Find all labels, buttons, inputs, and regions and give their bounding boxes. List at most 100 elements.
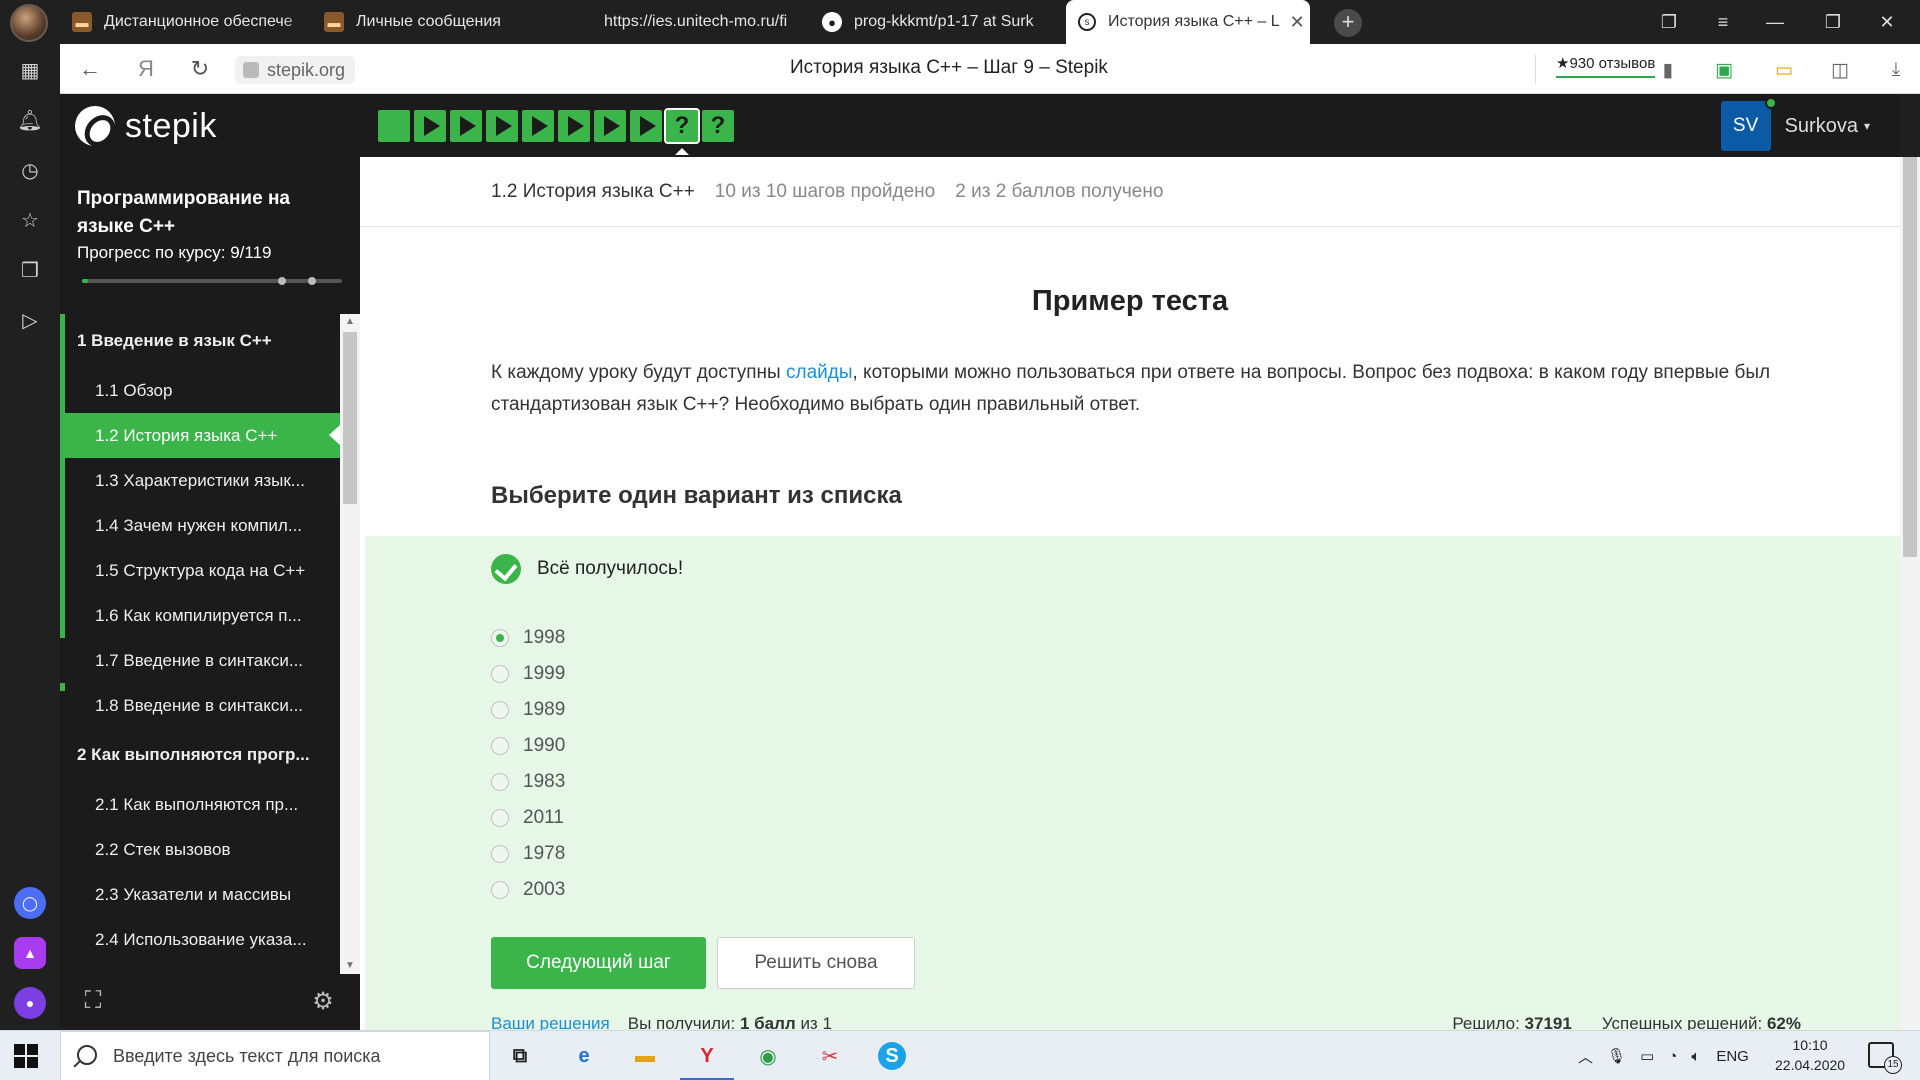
volume-icon[interactable]: 🔈︎ <box>1691 1048 1700 1065</box>
radio[interactable] <box>491 881 509 899</box>
browser-profile-avatar[interactable] <box>10 4 48 42</box>
stepik-logo[interactable]: stepik <box>75 106 217 146</box>
close-window-icon[interactable]: ✕ <box>1864 0 1910 44</box>
browser-tab[interactable]: ▬ Личные сообщения <box>312 0 560 44</box>
task-view-icon[interactable]: ⧉ <box>503 1039 537 1073</box>
lesson-item[interactable]: 1.5 Структура кода на C++ <box>60 548 340 593</box>
step-quiz[interactable]: ? <box>702 110 734 142</box>
step-1-completed[interactable] <box>378 110 410 142</box>
url-field[interactable]: stepik.org <box>235 56 356 84</box>
scroll-down-icon[interactable]: ▼ <box>345 960 355 972</box>
module-item[interactable]: 2 Как выполняются прогр... <box>60 728 340 782</box>
battery-icon[interactable]: ▭ <box>1770 56 1798 84</box>
yandex-icon[interactable]: Я <box>132 55 160 83</box>
play-icon[interactable]: ▷ <box>16 306 44 334</box>
sidebar-scrollbar[interactable]: ▲ ▼ <box>340 314 360 974</box>
step-play[interactable] <box>450 110 482 142</box>
scrollbar-thumb[interactable] <box>343 332 357 504</box>
browser-tab[interactable]: ▬ Дистанционное обеспече <box>60 0 312 44</box>
option-radio[interactable]: 1990 <box>491 728 565 764</box>
radio[interactable] <box>491 701 509 719</box>
windows-start-icon[interactable] <box>14 1044 38 1068</box>
step-quiz-current[interactable]: ? <box>664 108 700 155</box>
lesson-item[interactable]: 2.4 Использование указа... <box>60 917 340 962</box>
lesson-item[interactable]: 1.1 Обзор <box>60 368 340 413</box>
microphone-icon[interactable]: 🎙︎ <box>1607 1047 1626 1065</box>
radio[interactable] <box>491 773 509 791</box>
browser-tab[interactable]: https://ies.unitech-mo.ru/fi <box>592 0 820 44</box>
lesson-item[interactable]: 1.8 Введение в синтакси... <box>60 683 340 728</box>
course-title[interactable]: Программирование на языке C++ <box>77 185 347 241</box>
battery-icon[interactable]: ▭ <box>1640 1047 1654 1065</box>
gear-icon[interactable]: ⚙ <box>308 986 338 1016</box>
minimize-icon[interactable]: — <box>1752 0 1798 44</box>
collections-icon[interactable]: ❒ <box>16 256 44 284</box>
option-radio[interactable]: 1998 <box>491 620 565 656</box>
next-step-button[interactable]: Следующий шаг <box>491 937 706 989</box>
lesson-item[interactable]: 1.3 Характеристики язык... <box>60 458 340 503</box>
browser-tab[interactable]: ● prog-kkkmt/p1-17 at Surk <box>810 0 1060 44</box>
lesson-item[interactable]: 1.6 Как компилируется п... <box>60 593 340 638</box>
download-icon[interactable]: ⤓ <box>1882 56 1910 84</box>
page-scrollbar[interactable] <box>1900 157 1920 1030</box>
step-play[interactable] <box>522 110 554 142</box>
alice-icon[interactable]: ▲ <box>14 937 46 969</box>
yandex-browser-icon[interactable]: Y <box>690 1039 724 1073</box>
clock[interactable]: 10:10 22.04.2020 <box>1775 1035 1845 1075</box>
lesson-item[interactable]: 1.4 Зачем нужен компил... <box>60 503 340 548</box>
chevron-up-icon[interactable]: ︿ <box>1578 1046 1593 1067</box>
solve-again-button[interactable]: Решить снова <box>717 937 915 989</box>
lesson-item[interactable]: 2.3 Указатели и массивы <box>60 872 340 917</box>
radio[interactable] <box>491 845 509 863</box>
fullscreen-icon[interactable]: ⛶ <box>78 986 108 1016</box>
scrollbar-thumb[interactable] <box>1903 157 1917 557</box>
history-icon[interactable]: ◷ <box>16 156 44 184</box>
user-menu[interactable]: SV Surkova ▾ <box>1720 97 1870 151</box>
apps-grid-icon[interactable]: ▦ <box>16 56 44 84</box>
lesson-item[interactable]: 2.1 Как выполняются пр... <box>60 782 340 827</box>
notifications-icon[interactable]: 15 <box>1868 1042 1902 1074</box>
wifi-icon[interactable]: ◔ <box>1668 1048 1677 1065</box>
slides-link[interactable]: слайды <box>786 362 853 383</box>
your-solutions-link[interactable]: Ваши решения <box>491 1014 610 1030</box>
bookmark-icon[interactable]: ▮ <box>1654 56 1682 84</box>
reviews-badge[interactable]: ★930 отзывов <box>1556 54 1656 78</box>
lesson-item[interactable]: 2.2 Стек вызовов <box>60 827 340 872</box>
file-explorer-icon[interactable]: ▬ <box>628 1039 662 1073</box>
scroll-up-icon[interactable]: ▲ <box>345 316 355 328</box>
lesson-item[interactable]: 1.7 Введение в синтакси... <box>60 638 340 683</box>
radio[interactable] <box>491 665 509 683</box>
step-play[interactable] <box>486 110 518 142</box>
skype-icon[interactable]: S <box>878 1042 906 1070</box>
edge-icon[interactable]: e <box>567 1039 601 1073</box>
star-icon[interactable]: ☆ <box>16 206 44 234</box>
module-item[interactable]: 1 Введение в язык C++ <box>60 314 340 368</box>
browser-tab-active[interactable]: s История языка C++ – L ✕ <box>1066 0 1310 44</box>
close-tab-icon[interactable]: ✕ <box>1290 12 1305 33</box>
snipping-tool-icon[interactable]: ✂ <box>813 1039 847 1073</box>
radio[interactable] <box>491 737 509 755</box>
lesson-item-active[interactable]: 1.2 История языка C++ <box>60 413 340 458</box>
option-radio[interactable]: 2011 <box>491 800 565 836</box>
option-radio[interactable]: 1978 <box>491 836 565 872</box>
option-radio[interactable]: 1983 <box>491 764 565 800</box>
option-radio[interactable]: 2003 <box>491 872 565 908</box>
radio-selected[interactable] <box>491 629 509 647</box>
reload-icon[interactable]: ↻ <box>186 55 214 83</box>
radio[interactable] <box>491 809 509 827</box>
taskbar-search[interactable]: Введите здесь текст для поиска <box>60 1031 490 1080</box>
collections-icon[interactable]: ❐ <box>1646 0 1692 44</box>
chrome-icon[interactable]: ◉ <box>751 1039 785 1073</box>
step-play[interactable] <box>558 110 590 142</box>
option-radio[interactable]: 1989 <box>491 692 565 728</box>
messenger-icon[interactable]: ◯ <box>14 887 46 919</box>
restore-icon[interactable]: ❐ <box>1810 0 1856 44</box>
option-radio[interactable]: 1999 <box>491 656 565 692</box>
menu-icon[interactable]: ≡ <box>1700 0 1746 44</box>
step-play[interactable] <box>594 110 626 142</box>
bell-icon[interactable]: 🔔︎ <box>16 106 44 134</box>
assistant-icon[interactable]: ● <box>14 987 46 1019</box>
new-tab-button[interactable]: + <box>1334 9 1362 37</box>
language-indicator[interactable]: ENG <box>1716 1048 1749 1065</box>
sidebar-panel-icon[interactable]: ◫ <box>1826 56 1854 84</box>
